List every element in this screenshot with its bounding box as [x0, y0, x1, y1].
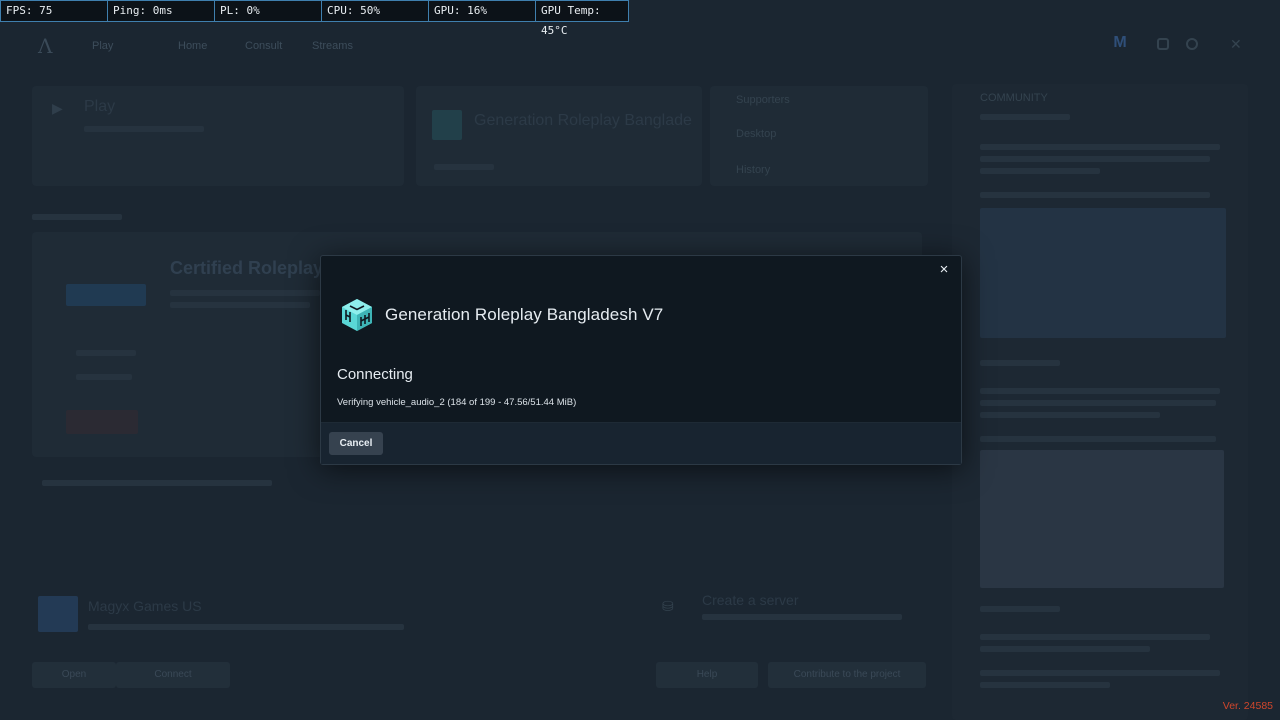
performance-overlay: FPS: 75 Ping: 0ms PL: 0% CPU: 50% GPU: 1…	[0, 0, 629, 37]
partner-logo	[66, 284, 146, 306]
storage-icon[interactable]	[1157, 38, 1169, 50]
tags-line	[42, 480, 272, 486]
fps-counter: FPS: 75	[0, 0, 107, 22]
feed-author-line	[980, 360, 1060, 366]
server-logo-icon	[432, 110, 462, 140]
recent-server-desc-line	[88, 624, 404, 630]
quick-links: Supporters Desktop History	[710, 86, 928, 186]
last-server-card[interactable]: Generation Roleplay Banglade	[416, 86, 702, 186]
nav-item-home[interactable]: Home	[178, 40, 207, 52]
link-desktop[interactable]: Desktop	[736, 128, 776, 140]
recent-server-icon	[38, 596, 78, 632]
version-label: Ver. 24585	[1222, 700, 1273, 712]
cpu-counter: CPU: 50%	[321, 0, 428, 22]
open-button[interactable]: Open	[32, 662, 116, 688]
feed-text-line	[980, 682, 1110, 688]
gear-icon[interactable]	[1186, 38, 1198, 50]
cancel-button[interactable]: Cancel	[329, 432, 383, 455]
section-heading-line	[32, 214, 122, 220]
avatar[interactable]: M	[1108, 34, 1132, 58]
connecting-dialog: × Generation Roleplay Bangladesh V7 Conn…	[320, 255, 962, 465]
feed-image	[980, 208, 1226, 338]
certified-desc-line	[170, 290, 320, 296]
app-logo-icon: Λ	[38, 34, 53, 58]
feed-text-line	[980, 388, 1220, 394]
link-history[interactable]: History	[736, 164, 770, 176]
server-logo-icon	[341, 298, 373, 332]
nav-item-streams[interactable]: Streams	[312, 40, 353, 52]
certified-meta-line	[76, 374, 132, 380]
connection-status: Connecting	[337, 366, 413, 383]
play-subtitle-line	[84, 126, 204, 132]
nav-item-play[interactable]: Play	[92, 40, 113, 52]
dialog-server-name: Generation Roleplay Bangladesh V7	[385, 305, 664, 324]
help-button[interactable]: Help	[656, 662, 758, 688]
play-card[interactable]: ▶ Play	[32, 86, 404, 186]
feed-text-line	[980, 144, 1220, 150]
feed-text-line	[980, 400, 1216, 406]
create-server-desc-line	[702, 614, 902, 620]
top-navigation: Λ Play Home Consult Streams M ✕	[0, 26, 1280, 66]
community-feed: COMMUNITY	[952, 84, 1248, 720]
feed-text-line	[980, 156, 1210, 162]
feed-text-line	[980, 192, 1210, 198]
feed-text-line	[980, 436, 1216, 442]
feed-text-line	[980, 168, 1100, 174]
certified-title: Certified Roleplay	[170, 258, 324, 278]
connect-button[interactable]: Connect	[116, 662, 230, 688]
certified-connect-button[interactable]	[66, 410, 138, 434]
feed-author-line	[980, 606, 1060, 612]
server-icon: ⛁	[662, 598, 674, 614]
community-heading: COMMUNITY	[980, 92, 1048, 104]
play-icon: ▶	[52, 100, 63, 116]
feed-author-line	[980, 114, 1070, 120]
connection-progress-detail: Verifying vehicle_audio_2 (184 of 199 - …	[337, 397, 577, 408]
gpu-counter: GPU: 16%	[428, 0, 535, 22]
feed-text-line	[980, 634, 1210, 640]
feed-text-line	[980, 646, 1150, 652]
link-supporters[interactable]: Supporters	[736, 94, 790, 106]
close-icon[interactable]: ✕	[1230, 36, 1242, 53]
feed-text-line	[980, 412, 1160, 418]
dialog-footer: Cancel	[321, 422, 961, 464]
feed-text-line	[980, 670, 1220, 676]
certified-desc-line	[170, 302, 310, 308]
ping-counter: Ping: 0ms	[107, 0, 214, 22]
featured-server-name: Generation Roleplay Banglade	[474, 112, 692, 129]
contribute-button[interactable]: Contribute to the project	[768, 662, 926, 688]
recent-server-name[interactable]: Magyx Games US	[88, 598, 202, 614]
player-count-line	[434, 164, 494, 170]
feed-image	[980, 450, 1224, 588]
packet-loss-counter: PL: 0%	[214, 0, 321, 22]
create-server-label[interactable]: Create a server	[702, 592, 798, 608]
nav-item-consult[interactable]: Consult	[245, 40, 282, 52]
certified-meta-line	[76, 350, 136, 356]
play-label: Play	[84, 98, 116, 115]
gpu-temp-counter: GPU Temp: 45°C	[535, 0, 629, 37]
close-icon[interactable]: ×	[936, 262, 952, 278]
